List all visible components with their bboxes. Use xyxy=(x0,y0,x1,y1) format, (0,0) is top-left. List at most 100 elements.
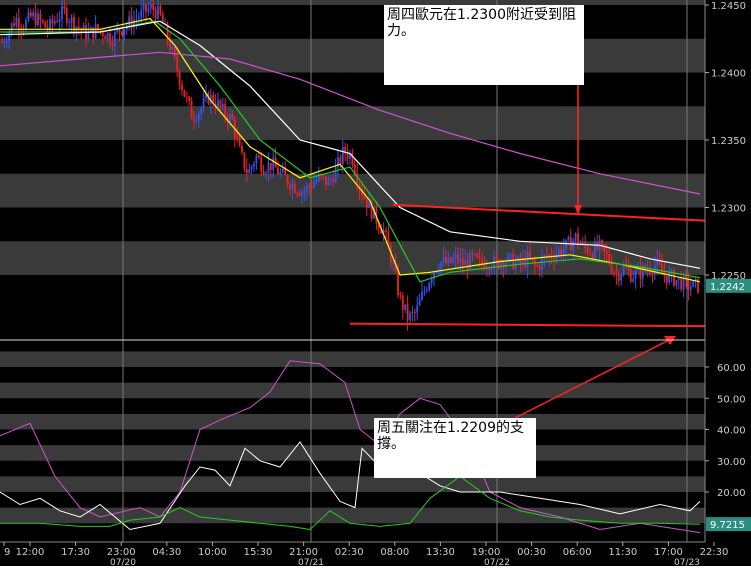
candle-body xyxy=(404,304,407,310)
candle-body xyxy=(425,290,428,292)
candle-body xyxy=(418,300,421,306)
candle-body xyxy=(159,5,162,15)
candle-body xyxy=(596,242,599,250)
oscillator-band xyxy=(0,382,705,399)
time-tick-label: 11:30 xyxy=(608,547,637,558)
candle-body xyxy=(284,168,287,176)
price-band xyxy=(0,0,705,5)
candle-body xyxy=(241,145,243,153)
candle-body xyxy=(248,169,251,174)
price-band xyxy=(0,38,705,73)
support-arrow xyxy=(514,337,674,419)
candle-body xyxy=(123,29,126,35)
candle-body xyxy=(94,24,97,38)
candle-body xyxy=(421,291,423,301)
oscillator-band xyxy=(0,413,705,430)
oscillator-band xyxy=(0,351,705,367)
candle-body xyxy=(255,155,258,164)
candle-body xyxy=(41,19,44,22)
candle-body xyxy=(689,286,692,290)
candle-body xyxy=(473,253,476,255)
time-tick-label: 17:30 xyxy=(61,547,90,558)
candle-body xyxy=(589,253,591,255)
candle-body xyxy=(298,193,301,196)
candle-body xyxy=(219,100,222,107)
candle-body xyxy=(613,272,615,274)
price-tick-label: 1.2300 xyxy=(711,204,746,215)
candle-body xyxy=(325,176,327,186)
candle-body xyxy=(675,279,678,286)
time-tick-label: 12:00 xyxy=(16,547,45,558)
candle-body xyxy=(622,266,625,275)
candle-body xyxy=(500,262,503,269)
time-tick-label: 21:00 xyxy=(289,547,318,558)
candle-body xyxy=(286,175,289,185)
time-tick-label: 17:00 xyxy=(654,547,683,558)
oscillator-tick-label: 50.00 xyxy=(717,394,746,405)
candle-body xyxy=(680,277,683,290)
candle-body xyxy=(512,253,515,269)
candle-body xyxy=(293,183,296,193)
candle-body xyxy=(250,166,253,170)
candle-body xyxy=(413,311,416,313)
candle-body xyxy=(190,101,193,120)
candle-body xyxy=(627,267,630,270)
candle-body xyxy=(262,171,265,175)
candle-body xyxy=(567,237,570,240)
chart-canvas: 1.24501.24001.23501.23001.22501.224260.0… xyxy=(0,0,751,568)
trendline xyxy=(349,322,717,328)
candle-body xyxy=(106,33,109,39)
time-tick-label: 06:00 xyxy=(563,547,592,558)
candle-body xyxy=(70,16,73,23)
candle-body xyxy=(193,119,195,121)
candle-body xyxy=(615,273,618,275)
candle-body xyxy=(442,257,445,262)
candle-body xyxy=(327,178,330,186)
candle-body xyxy=(104,35,107,39)
date-label: 07/20 xyxy=(110,558,136,566)
candle-body xyxy=(296,192,299,194)
candle-body xyxy=(385,230,387,232)
candle-body xyxy=(305,185,308,192)
time-tick-label: 15:30 xyxy=(244,547,273,558)
candle-body xyxy=(553,258,555,261)
candle-body xyxy=(147,8,150,12)
time-tick-label: 22:30 xyxy=(700,547,729,558)
candle-body xyxy=(677,277,680,280)
candle-body xyxy=(154,9,157,19)
candle-body xyxy=(610,263,613,273)
time-tick-label: 23:00 xyxy=(107,547,136,558)
candle-body xyxy=(308,185,311,187)
candle-body xyxy=(452,258,455,263)
candle-body xyxy=(217,100,219,108)
candle-body xyxy=(25,20,27,30)
candle-body xyxy=(591,253,594,259)
candle-body xyxy=(668,272,671,283)
resistance-annotation: 周四歐元在1.2300附近受到阻力。 xyxy=(384,5,584,85)
candle-body xyxy=(586,247,589,254)
candle-body xyxy=(301,191,303,196)
candle-body xyxy=(140,9,143,18)
candle-body xyxy=(692,280,695,287)
candle-body xyxy=(245,168,248,174)
candle-body xyxy=(577,233,579,244)
candle-body xyxy=(476,253,479,258)
candle-body xyxy=(457,254,459,263)
candle-body xyxy=(538,265,541,270)
date-label: 07/23 xyxy=(674,558,700,566)
candle-body xyxy=(224,103,227,117)
candle-body xyxy=(195,120,198,122)
candle-body xyxy=(111,43,114,47)
candle-body xyxy=(29,12,32,17)
candle-body xyxy=(303,191,306,193)
time-tick-label: 13:30 xyxy=(426,547,455,558)
candle-body xyxy=(517,256,519,262)
candle-body xyxy=(440,261,443,270)
candle-body xyxy=(5,40,8,43)
candle-body xyxy=(416,305,419,313)
candle-body xyxy=(99,30,102,32)
candle-body xyxy=(629,269,632,282)
price-band xyxy=(0,106,705,140)
candle-body xyxy=(68,22,71,24)
candle-body xyxy=(135,18,138,20)
